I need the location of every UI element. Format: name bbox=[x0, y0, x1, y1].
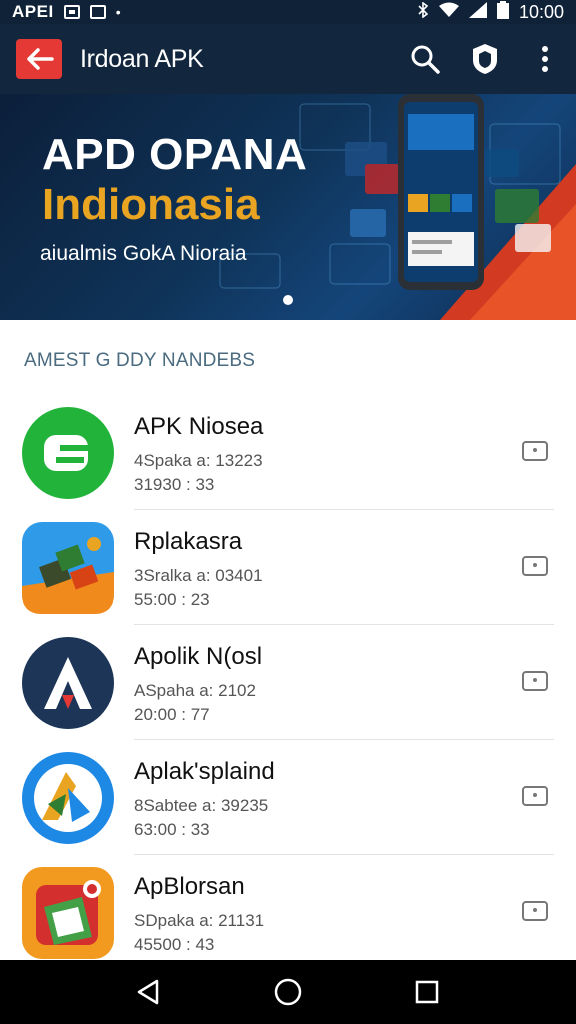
app-name: ApBlorsan bbox=[134, 873, 245, 900]
app-name: APK Niosea bbox=[134, 413, 264, 440]
app-title: Irdoan APK bbox=[80, 44, 204, 73]
promo-banner[interactable]: APD OPANA Indionasia aiualmis GokA Niora… bbox=[0, 94, 576, 320]
app-meta: 8Sabtee a: 39235 bbox=[134, 796, 269, 815]
shield-icon bbox=[473, 44, 497, 74]
notification-icon-2 bbox=[89, 5, 106, 19]
status-bar: APEI • 10:00 bbox=[0, 0, 576, 24]
nav-home-button[interactable] bbox=[268, 972, 308, 1012]
app-list: APK Niosea 4Spaka a: 13223 31930 : 33 Rp… bbox=[0, 395, 576, 970]
system-nav-bar bbox=[0, 960, 576, 1024]
clock: 10:00 bbox=[518, 1, 564, 22]
list-item[interactable]: Aplak'splaind 8Sabtee a: 39235 63:00 : 3… bbox=[0, 740, 576, 855]
triangle-back-icon bbox=[138, 979, 159, 1005]
app-icon-swirl bbox=[22, 751, 114, 844]
list-item[interactable]: APK Niosea 4Spaka a: 13223 31930 : 33 bbox=[0, 395, 576, 510]
circle-home-icon bbox=[274, 978, 302, 1006]
carrier-label: APEI bbox=[12, 2, 54, 21]
battery-icon bbox=[496, 0, 509, 24]
banner-title: APD OPANA bbox=[42, 130, 308, 179]
square-recents-icon bbox=[415, 980, 438, 1004]
back-button[interactable] bbox=[16, 39, 62, 79]
install-button[interactable] bbox=[522, 786, 548, 806]
more-notifications-icon: • bbox=[115, 4, 121, 20]
wifi-icon bbox=[438, 2, 459, 23]
app-meta: 4Spaka a: 13223 bbox=[134, 451, 263, 470]
list-item[interactable]: ApBlorsan SDpaka a: 21131 45500 : 43 bbox=[0, 855, 576, 970]
shield-button[interactable] bbox=[470, 44, 500, 74]
app-name: Aplak'splaind bbox=[134, 758, 275, 785]
install-button[interactable] bbox=[522, 671, 548, 691]
signal-icon bbox=[468, 1, 487, 23]
app-meta: 45500 : 43 bbox=[134, 935, 215, 954]
install-button[interactable] bbox=[522, 441, 548, 461]
app-meta: 20:00 : 77 bbox=[134, 705, 210, 724]
search-button[interactable] bbox=[410, 44, 440, 74]
app-meta: 31930 : 33 bbox=[134, 475, 215, 494]
install-button[interactable] bbox=[522, 901, 548, 921]
search-icon bbox=[411, 45, 440, 74]
install-button[interactable] bbox=[522, 556, 548, 576]
app-icon-blocks bbox=[22, 521, 114, 614]
overflow-menu-button[interactable] bbox=[530, 44, 560, 74]
section-header: AMEST G DDY NANDEBS bbox=[24, 350, 256, 371]
app-name: Rplakasra bbox=[134, 528, 243, 555]
app-meta: 55:00 : 23 bbox=[134, 590, 210, 609]
app-icon-a bbox=[22, 636, 114, 729]
app-name: Apolik N(osl bbox=[134, 643, 263, 670]
app-icon-green bbox=[22, 406, 114, 499]
app-meta: SDpaka a: 21131 bbox=[134, 911, 265, 930]
app-meta: 3Sralka a: 03401 bbox=[134, 566, 263, 585]
more-vert-icon bbox=[542, 46, 548, 72]
list-item[interactable]: Apolik N(osl ASpaha a: 2102 20:00 : 77 bbox=[0, 625, 576, 740]
list-item[interactable]: Rplakasra 3Sralka a: 03401 55:00 : 23 bbox=[0, 510, 576, 625]
app-bar: Irdoan APK bbox=[0, 24, 576, 94]
app-icon-orange bbox=[22, 866, 114, 959]
carousel-indicator[interactable] bbox=[283, 295, 293, 305]
nav-recents-button[interactable] bbox=[407, 972, 447, 1012]
arrow-left-icon bbox=[27, 48, 54, 70]
bluetooth-icon bbox=[417, 0, 429, 23]
app-meta: ASpaha a: 2102 bbox=[134, 681, 256, 700]
banner-title-highlight: Indionasia bbox=[42, 180, 260, 229]
notification-icon bbox=[63, 5, 80, 19]
app-meta: 63:00 : 33 bbox=[134, 820, 210, 839]
nav-back-button[interactable] bbox=[129, 972, 169, 1012]
banner-subtitle: aiualmis GokA Nioraia bbox=[40, 242, 247, 265]
